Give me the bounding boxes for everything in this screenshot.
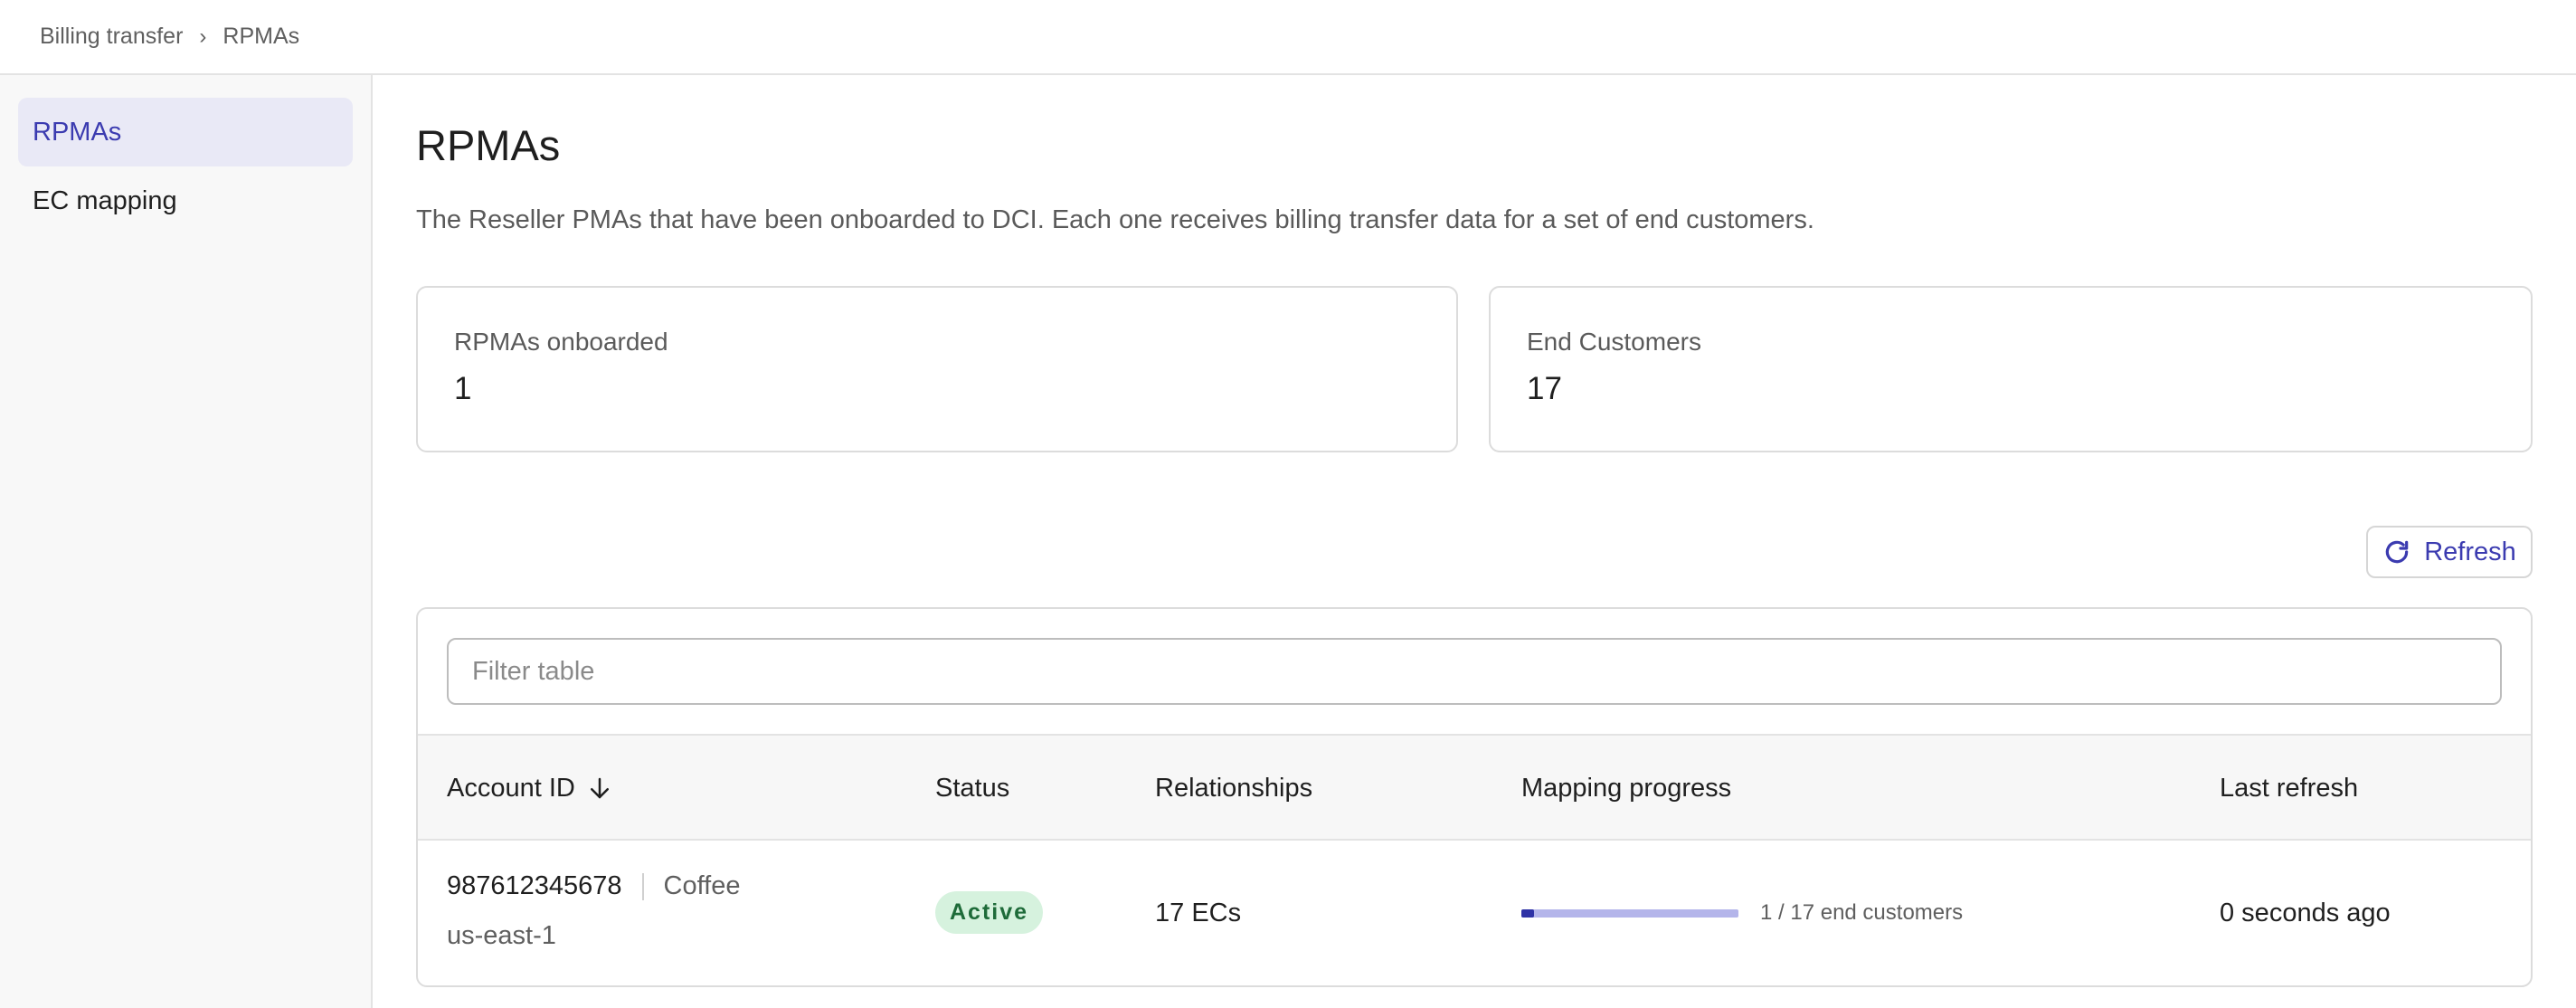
- page-title: RPMAs: [416, 121, 561, 169]
- column-header-label: Relationships: [1155, 773, 1313, 803]
- account-id: 987612345678: [447, 871, 622, 900]
- breadcrumb-parent-link[interactable]: Billing transfer: [40, 24, 183, 50]
- status-badge: Active: [935, 891, 1044, 934]
- table-row[interactable]: 987612345678 Coffee us-east-1 Active 17 …: [418, 841, 2531, 985]
- account-divider: [641, 872, 644, 900]
- column-header-label: Mapping progress: [1521, 773, 1732, 803]
- column-header-mapping-progress: Mapping progress: [1521, 736, 1731, 841]
- column-header-label: Last refresh: [2220, 773, 2359, 803]
- column-header-account-id[interactable]: Account ID: [447, 736, 613, 841]
- breadcrumb-chevron-icon: ›: [199, 24, 207, 49]
- column-header-label: Account ID: [447, 773, 575, 803]
- account-region: us-east-1: [447, 921, 556, 950]
- sidebar-item-rpmas[interactable]: RPMAs: [18, 98, 353, 166]
- page-description: The Reseller PMAs that have been onboard…: [416, 205, 1814, 234]
- breadcrumb: Billing transfer › RPMAs: [0, 0, 2576, 75]
- last-refresh-cell: 0 seconds ago: [2220, 899, 2391, 927]
- stat-label: RPMAs onboarded: [454, 328, 668, 356]
- column-header-status: Status: [935, 736, 1009, 841]
- filter-table-input[interactable]: [447, 638, 2502, 705]
- sidebar-item-label: RPMAs: [33, 117, 122, 147]
- breadcrumb-current: RPMAs: [223, 24, 300, 49]
- refresh-icon: [2385, 540, 2409, 564]
- sidebar-item-ec-mapping[interactable]: EC mapping: [18, 166, 353, 235]
- stat-value: 1: [454, 371, 472, 406]
- relationships-cell: 17 ECs: [1155, 899, 1242, 927]
- status-cell: Active: [935, 891, 1044, 934]
- refresh-button[interactable]: Refresh: [2366, 526, 2533, 578]
- rpma-table: Account ID Status Relationships Mapping …: [416, 607, 2533, 987]
- column-header-label: Status: [935, 773, 1010, 803]
- arrow-down-icon: [590, 777, 609, 799]
- stat-value: 17: [1527, 371, 1562, 406]
- mapping-progress-fill: [1521, 908, 1535, 918]
- account-cell: 987612345678 Coffee us-east-1: [447, 871, 740, 951]
- mapping-progress-label: 1 / 17 end customers: [1760, 900, 1964, 925]
- stat-card-end-customers: End Customers 17: [1489, 286, 2533, 452]
- refresh-button-label: Refresh: [2424, 537, 2516, 566]
- sidebar-item-label: EC mapping: [33, 185, 177, 215]
- sidebar: RPMAs EC mapping: [0, 75, 373, 1008]
- mapping-progress-bar: [1521, 908, 1738, 918]
- stat-label: End Customers: [1527, 328, 1701, 356]
- mapping-progress-cell: 1 / 17 end customers: [1521, 900, 1963, 926]
- table-header: Account ID Status Relationships Mapping …: [418, 734, 2531, 841]
- column-header-last-refresh: Last refresh: [2220, 736, 2358, 841]
- stat-card-rpmas-onboarded: RPMAs onboarded 1: [416, 286, 1458, 452]
- account-name: Coffee: [663, 871, 741, 900]
- column-header-relationships: Relationships: [1155, 736, 1312, 841]
